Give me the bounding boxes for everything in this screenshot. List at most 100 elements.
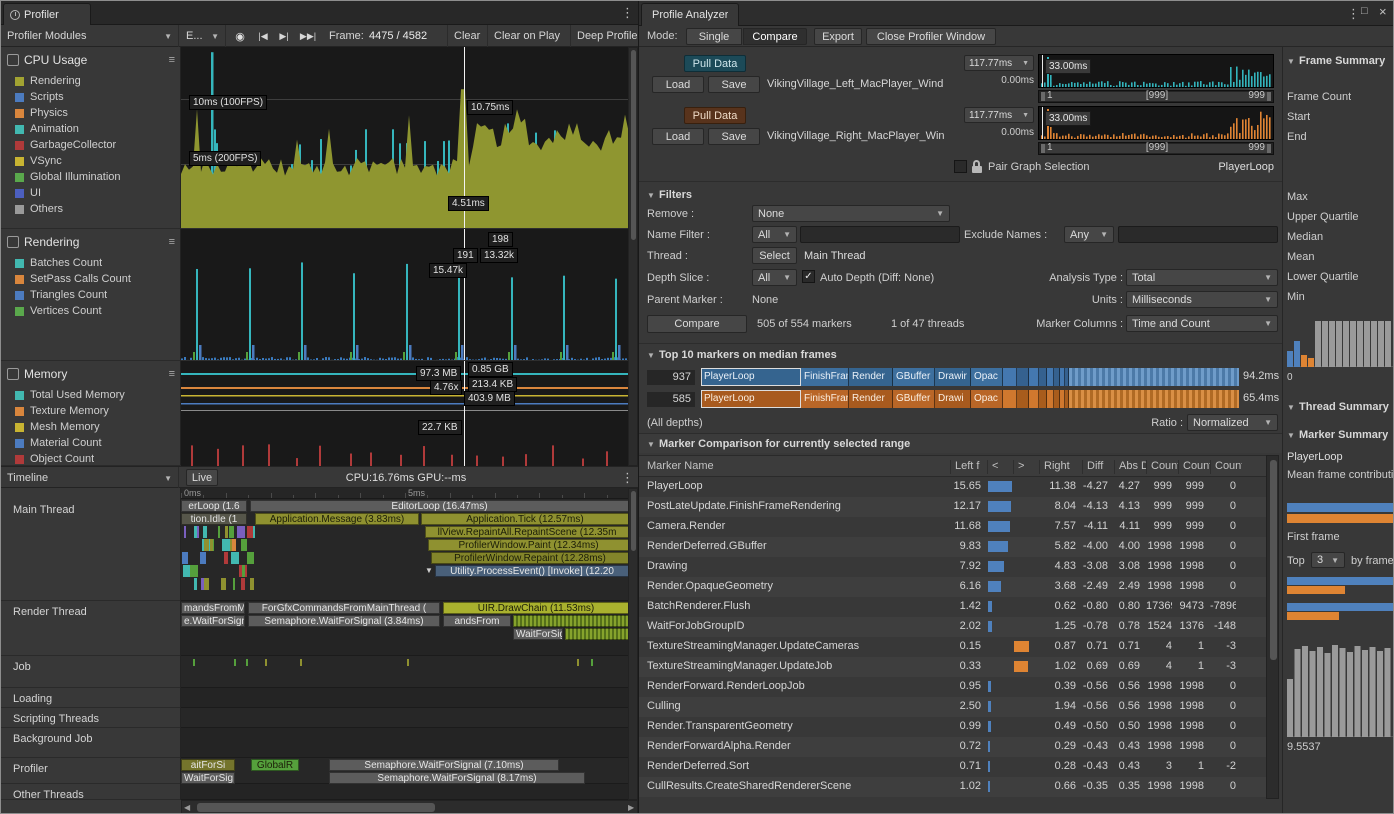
deep-profile-button[interactable]: Deep Profile <box>570 25 638 47</box>
pull-data-button[interactable]: Pull Data <box>684 55 746 72</box>
module-options-icon[interactable]: ≡ <box>169 368 175 380</box>
timeline-fragment[interactable] <box>241 539 247 551</box>
exclude-names-input[interactable] <box>1118 226 1278 243</box>
selected-frame-line[interactable] <box>464 361 465 466</box>
top10-segment[interactable] <box>1039 368 1047 386</box>
thread-label-scripting-threads[interactable]: Scripting Threads <box>1 708 181 728</box>
timeline-fragment[interactable] <box>231 552 239 564</box>
timeline-span[interactable]: llView.RepaintAll.RepaintScene (12.35m <box>425 526 629 538</box>
clear-on-play-button[interactable]: Clear on Play <box>487 25 569 47</box>
cpu-usage-chart[interactable]: 10ms (100FPS)5ms (200FPS)10.75ms4.51ms <box>181 47 629 229</box>
top10-segment[interactable]: Opac <box>971 390 1003 408</box>
table-row[interactable]: RenderDeferred.Sort0.710.28-0.430.4331-2 <box>639 757 1266 777</box>
timeline-fragment[interactable] <box>218 526 220 538</box>
timeline-span[interactable]: ProfilerWindow.Paint (12.34ms) <box>428 539 629 551</box>
timeline-span[interactable]: e.WaitForSignal <box>181 615 245 627</box>
timeline-fragment[interactable] <box>202 552 206 564</box>
timeline-span[interactable]: Utility.ProcessEvent() [Invoke] (12.20 <box>435 565 629 577</box>
max-time-dropdown[interactable]: 117.77ms▼ <box>964 55 1034 71</box>
thread-label-other-threads[interactable]: Other Threads <box>1 784 181 800</box>
marker-summary-foldout-icon[interactable]: ▼ <box>1287 431 1295 440</box>
thread-row[interactable] <box>181 728 629 758</box>
column-header[interactable]: Left f <box>950 460 987 474</box>
pull-data-button[interactable]: Pull Data <box>684 107 746 124</box>
next-frame-button[interactable]: ▶| <box>274 25 294 47</box>
top10-row[interactable]: 937PlayerLoopFinishFramRenderGBufferDraw… <box>639 367 1394 387</box>
column-header[interactable]: Right <box>1039 460 1082 474</box>
timeline-fragment[interactable] <box>203 526 207 538</box>
top10-segment[interactable] <box>1029 390 1039 408</box>
timeline-fragment[interactable] <box>182 552 188 564</box>
name-filter-input[interactable] <box>800 226 960 243</box>
profiler-modules-dropdown[interactable]: Profiler Modules ▼ <box>1 25 179 47</box>
frame-range-slider[interactable]: 1[999]999 <box>1038 142 1274 155</box>
timeline-span[interactable]: WaitForSig <box>513 628 563 640</box>
timeline-fragment[interactable] <box>225 526 228 538</box>
marker-summary-title[interactable]: Marker Summary <box>1299 429 1388 442</box>
top10-segment[interactable] <box>1047 368 1054 386</box>
timeline-fragment[interactable] <box>250 578 254 590</box>
timeline-hscrollbar-thumb[interactable] <box>197 803 435 812</box>
column-header[interactable]: Count <box>1210 460 1242 474</box>
legend-item[interactable]: Triangles Count <box>15 287 175 303</box>
timeline-span[interactable]: UIR.DrawChain (11.53ms) <box>443 602 629 614</box>
table-row[interactable]: Camera.Render11.687.57-4.114.119999990 <box>639 517 1266 537</box>
legend-item[interactable]: VSync <box>15 153 175 169</box>
top10-segment[interactable]: Render <box>849 390 893 408</box>
column-header[interactable]: < <box>987 460 1013 474</box>
thread-label-profiler[interactable]: Profiler <box>1 758 181 784</box>
tab-profiler[interactable]: Profiler <box>3 3 91 25</box>
compare-button[interactable]: Compare <box>647 315 747 333</box>
timeline-span[interactable] <box>513 615 629 627</box>
timeline-span[interactable]: GlobalR <box>251 759 299 771</box>
name-filter-dropdown[interactable]: All ▼ <box>752 226 797 243</box>
top10-segment[interactable]: PlayerLoop <box>701 390 801 408</box>
top10-segment[interactable]: FinishFran <box>801 390 849 408</box>
timeline-span[interactable]: andsFrom <box>443 615 511 627</box>
legend-item[interactable]: Physics <box>15 105 175 121</box>
legend-item[interactable]: Total Used Memory <box>15 387 175 403</box>
legend-item[interactable]: SetPass Calls Count <box>15 271 175 287</box>
depth-slice-dropdown[interactable]: All ▼ <box>752 269 797 286</box>
top10-segment[interactable]: GBuffer <box>893 390 935 408</box>
timeline-fragment[interactable] <box>237 526 245 538</box>
timeline-fragment[interactable] <box>233 578 235 590</box>
rendering-plot[interactable] <box>181 229 629 361</box>
top10-segment[interactable] <box>1029 368 1039 386</box>
timeline-fragment[interactable] <box>577 659 579 666</box>
module-options-icon[interactable]: ≡ <box>169 236 175 248</box>
exclude-names-dropdown[interactable]: Any ▼ <box>1064 226 1114 243</box>
table-row[interactable]: Render.TransparentGeometry0.990.49-0.500… <box>639 717 1266 737</box>
timeline-fragment[interactable] <box>210 539 213 551</box>
top10-segment[interactable]: Render <box>849 368 893 386</box>
comparison-scrollbar[interactable] <box>1266 455 1279 799</box>
timeline-fragment[interactable] <box>265 659 267 666</box>
legend-item[interactable]: Animation <box>15 121 175 137</box>
timeline-fragment[interactable] <box>247 552 254 564</box>
table-row[interactable]: WaitForJobGroupID2.021.25-0.780.78152413… <box>639 617 1266 637</box>
top10-segment[interactable] <box>1017 368 1029 386</box>
module-header-rendering[interactable]: Rendering≡ <box>7 233 175 251</box>
load-button[interactable]: Load <box>652 128 704 145</box>
save-button[interactable]: Save <box>708 76 760 93</box>
timeline-scrollbar[interactable] <box>628 488 638 800</box>
first-frame-button[interactable]: |◀ <box>253 25 273 47</box>
top10-segment[interactable]: Drawi <box>935 390 971 408</box>
timeline-fragment[interactable] <box>184 526 186 538</box>
top10-segment[interactable] <box>1003 368 1017 386</box>
timeline-fragment[interactable] <box>227 539 229 551</box>
thread-summary-title[interactable]: Thread Summary <box>1299 401 1389 414</box>
top10-segment[interactable] <box>1003 390 1017 408</box>
thread-select-button[interactable]: Select <box>752 247 797 264</box>
timeline-fragment[interactable] <box>194 578 197 590</box>
column-header[interactable]: Marker Name <box>643 460 950 474</box>
module-header-memory[interactable]: Memory≡ <box>7 365 175 383</box>
pair-graph-checkbox[interactable] <box>954 160 967 173</box>
timeline-fragment[interactable] <box>247 526 253 538</box>
timeline-fragment[interactable] <box>200 552 202 564</box>
timeline-fragment[interactable] <box>224 552 228 564</box>
analysis-type-dropdown[interactable]: Total ▼ <box>1126 269 1278 286</box>
top10-segment[interactable]: FinishFram <box>801 368 849 386</box>
top10-segment[interactable]: PlayerLoop <box>701 368 801 386</box>
thread-label-background-job[interactable]: Background Job <box>1 728 181 758</box>
